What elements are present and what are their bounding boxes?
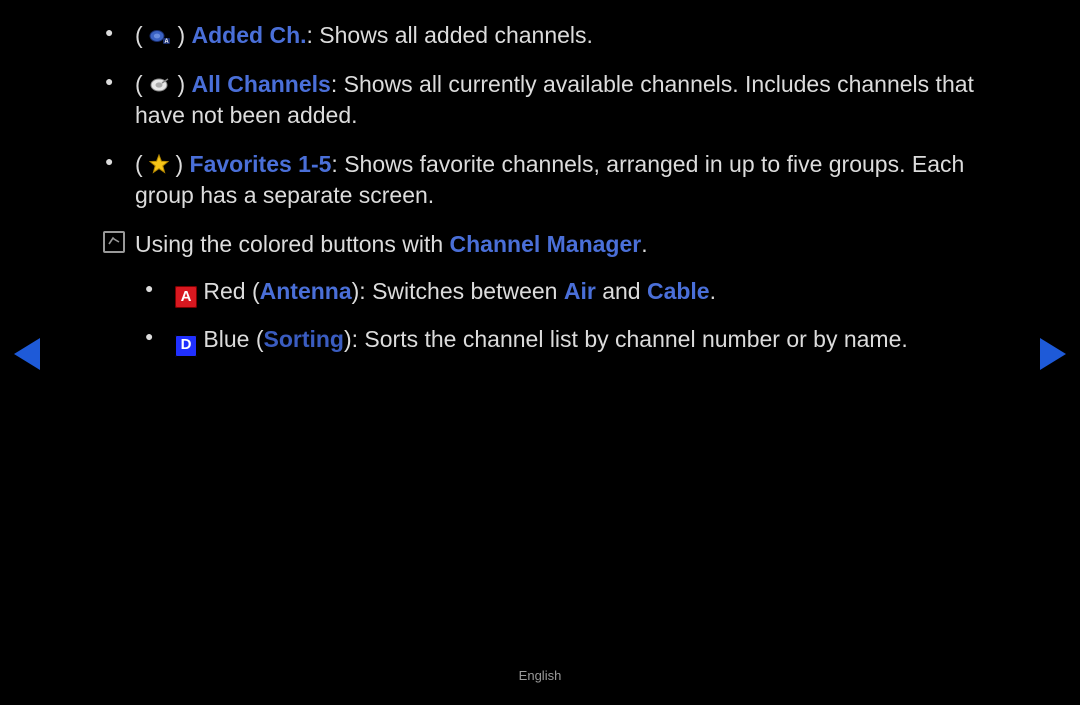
list-item-red-antenna: A Red (Antenna): Switches between Air an…	[145, 276, 995, 308]
star-favorite-icon	[149, 154, 169, 174]
note-icon	[103, 231, 125, 253]
list-item-blue-sorting: D Blue (Sorting): Sorts the channel list…	[145, 324, 995, 356]
colored-buttons-list: A Red (Antenna): Switches between Air an…	[145, 276, 995, 356]
list-item-added-ch: ( A ) Added Ch.: Shows all added channel…	[105, 20, 995, 51]
note-link: Channel Manager	[450, 231, 642, 257]
svg-text:A: A	[164, 39, 169, 45]
note-suffix: .	[641, 231, 647, 257]
satellite-added-icon: A	[149, 27, 171, 45]
a-button-icon: A	[175, 286, 197, 308]
d-button-icon: D	[175, 335, 197, 357]
prev-page-arrow-icon[interactable]	[14, 338, 40, 370]
footer-language: English	[0, 668, 1080, 683]
desc-added-ch: : Shows all added channels.	[307, 22, 593, 48]
term-all-channels: All Channels	[192, 71, 331, 97]
content-area: ( A ) Added Ch.: Shows all added channel…	[105, 20, 995, 373]
term-favorites: Favorites 1-5	[190, 151, 332, 177]
satellite-all-icon	[149, 76, 171, 94]
note-colored-buttons: Using the colored buttons with Channel M…	[105, 229, 995, 260]
list-item-all-channels: ( ) All Channels: Shows all currently av…	[105, 69, 995, 131]
channel-types-list: ( A ) Added Ch.: Shows all added channel…	[105, 20, 995, 211]
note-prefix: Using the colored buttons with	[135, 231, 450, 257]
term-added-ch: Added Ch.	[192, 22, 307, 48]
list-item-favorites: ( ) Favorites 1-5: Shows favorite channe…	[105, 149, 995, 211]
next-page-arrow-icon[interactable]	[1040, 338, 1066, 370]
manual-page: ( A ) Added Ch.: Shows all added channel…	[0, 0, 1080, 705]
